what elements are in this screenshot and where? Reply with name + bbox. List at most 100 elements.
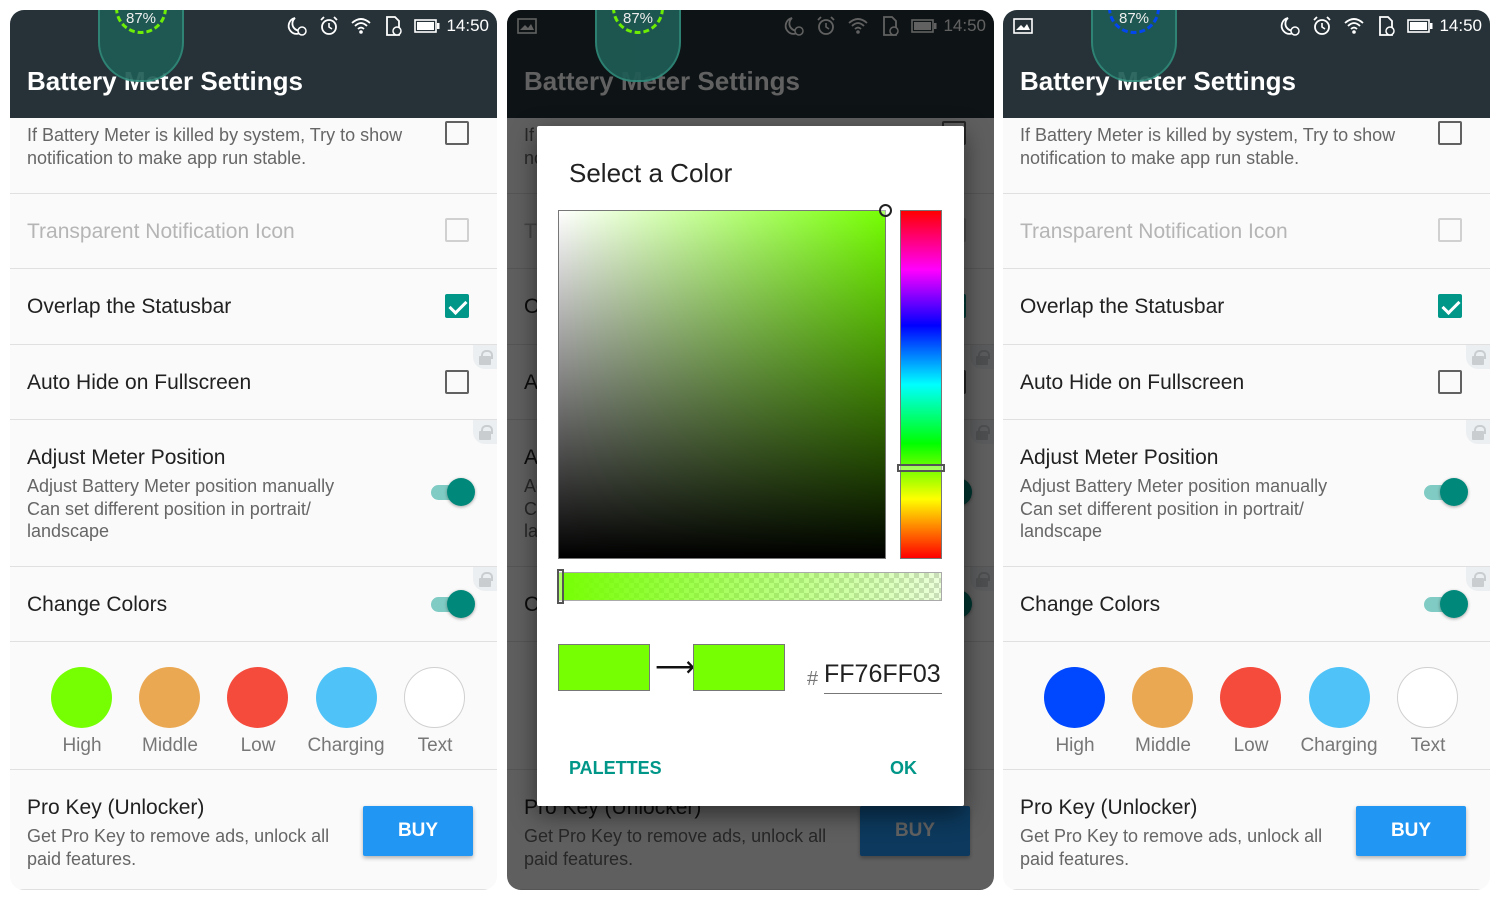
status-icons: 14:50 [1279,15,1482,37]
lock-icon [1466,345,1490,369]
setting-auto-hide[interactable]: Auto Hide on Fullscreen [10,345,497,420]
alarm-icon [1313,16,1332,35]
swatch-charging[interactable] [1309,667,1370,728]
color-swatches: High Middle Low Charging Text [10,642,497,770]
swatch-label: High [1055,735,1095,756]
buy-button[interactable]: BUY [363,806,473,856]
setting-sub-line: landscape [27,521,110,541]
setting-sub-line: paid features. [27,849,137,869]
swatch-label: Text [417,735,453,756]
status-icons: 14:50 [286,15,489,37]
change-colors-toggle[interactable] [1424,590,1468,618]
battery-icon [414,19,440,33]
auto-hide-checkbox[interactable] [1438,370,1462,394]
setting-sub-line: Can set different position in portrait/ [1020,499,1304,519]
adjust-position-toggle[interactable] [1424,478,1468,506]
arrow-right-icon: ⟶ [655,651,696,682]
buy-button[interactable]: BUY [1356,806,1466,856]
hue-slider[interactable] [897,210,945,559]
setting-label: Overlap the Statusbar [27,295,232,318]
notification-checkbox[interactable] [445,121,469,145]
swatch-label: Low [1233,735,1269,756]
wifi-icon [351,18,372,34]
screen-settings-blue: 14:50 Battery Meter Settings 87% If Batt… [1003,10,1490,890]
transparent-icon-checkbox [445,218,469,242]
adjust-position-toggle[interactable] [431,478,475,506]
setting-sub-line: Can set different position in portrait/ [27,499,311,519]
setting-pro-key: Pro Key (Unlocker) Get Pro Key to remove… [1003,770,1490,890]
overlap-checkbox[interactable] [445,294,469,318]
hue-handle[interactable] [897,464,945,472]
saturation-value-panel[interactable] [558,204,892,559]
swatch-high[interactable] [51,667,112,728]
palettes-button[interactable]: PALETTES [569,758,662,779]
status-bar: 14:50 [1003,10,1490,42]
setting-show-notification[interactable]: If Battery Meter is killed by system, Tr… [10,118,497,194]
setting-label: Transparent Notification Icon [1020,220,1288,243]
meter-percent: 87% [125,10,157,27]
notification-checkbox[interactable] [1438,121,1462,145]
new-color-preview [693,644,785,691]
setting-change-colors[interactable]: Change Colors [10,567,497,642]
status-bar: 14:50 [10,10,497,42]
setting-overlap-statusbar[interactable]: Overlap the Statusbar [1003,269,1490,345]
color-picker-dialog: Select a Color ⟶ # FF76FF03 PALETTES OK [537,126,964,806]
swatch-text[interactable] [404,667,465,728]
old-color-preview [558,644,650,691]
alpha-handle[interactable] [557,569,564,604]
setting-description: If Battery Meter is killed by system, Tr… [27,125,403,168]
swatch-middle[interactable] [139,667,200,728]
hex-input[interactable]: FF76FF03 [824,660,942,694]
setting-label: Auto Hide on Fullscreen [1020,371,1245,394]
lock-icon [473,345,497,369]
setting-adjust-position[interactable]: Adjust Meter Position Adjust Battery Met… [10,420,497,567]
screen-color-picker: 14:50 Battery Meter Settings If Battery … [507,10,994,890]
setting-title: Pro Key (Unlocker) [1020,796,1198,819]
setting-sub-line: Get Pro Key to remove ads, unlock all [27,826,330,846]
meter-percent: 87% [1118,10,1150,27]
setting-label: Change Colors [1020,593,1161,616]
dialog-title: Select a Color [569,158,733,188]
swatch-label: Middle [142,735,198,756]
swatch-label: High [62,735,102,756]
lock-icon [1466,567,1490,591]
battery-meter-overlay[interactable]: 87% [595,10,681,82]
auto-hide-checkbox[interactable] [445,370,469,394]
battery-meter-overlay[interactable]: 87% [98,10,184,82]
swatch-low[interactable] [1220,667,1281,728]
swatch-charging[interactable] [316,667,377,728]
swatch-text[interactable] [1397,667,1458,728]
settings-list: If Battery Meter is killed by system, Tr… [10,118,497,890]
app-bar: Battery Meter Settings [1003,42,1490,118]
setting-label: Overlap the Statusbar [1020,295,1225,318]
clock: 14:50 [446,16,489,35]
hex-prefix: # [807,668,819,690]
alarm-icon [320,16,339,35]
setting-label: Change Colors [27,593,168,616]
app-bar: Battery Meter Settings [10,42,497,118]
setting-sub-line: Get Pro Key to remove ads, unlock all [1020,826,1323,846]
swatch-middle[interactable] [1132,667,1193,728]
swatch-label: Middle [1135,735,1191,756]
battery-icon [1407,19,1433,33]
setting-title: Pro Key (Unlocker) [27,796,205,819]
setting-auto-hide[interactable]: Auto Hide on Fullscreen [1003,345,1490,420]
change-colors-toggle[interactable] [431,590,475,618]
ok-button[interactable]: OK [890,758,917,779]
setting-title: Adjust Meter Position [27,446,226,469]
alpha-slider[interactable] [557,569,942,604]
setting-sub-line: Adjust Battery Meter position manually [1020,476,1328,496]
setting-change-colors[interactable]: Change Colors [1003,567,1490,642]
swatch-low[interactable] [227,667,288,728]
battery-meter-overlay[interactable]: 87% [1091,10,1177,82]
swatch-label: Text [1410,735,1446,756]
setting-description: If Battery Meter is killed by system, Tr… [1020,125,1396,168]
setting-overlap-statusbar[interactable]: Overlap the Statusbar [10,269,497,345]
swatch-high[interactable] [1044,667,1105,728]
settings-list: If Battery Meter is killed by system, Tr… [1003,118,1490,890]
lock-icon [1466,420,1490,444]
overlap-checkbox[interactable] [1438,294,1462,318]
setting-show-notification[interactable]: If Battery Meter is killed by system, Tr… [1003,118,1490,194]
sv-handle[interactable] [879,204,892,217]
setting-adjust-position[interactable]: Adjust Meter Position Adjust Battery Met… [1003,420,1490,567]
